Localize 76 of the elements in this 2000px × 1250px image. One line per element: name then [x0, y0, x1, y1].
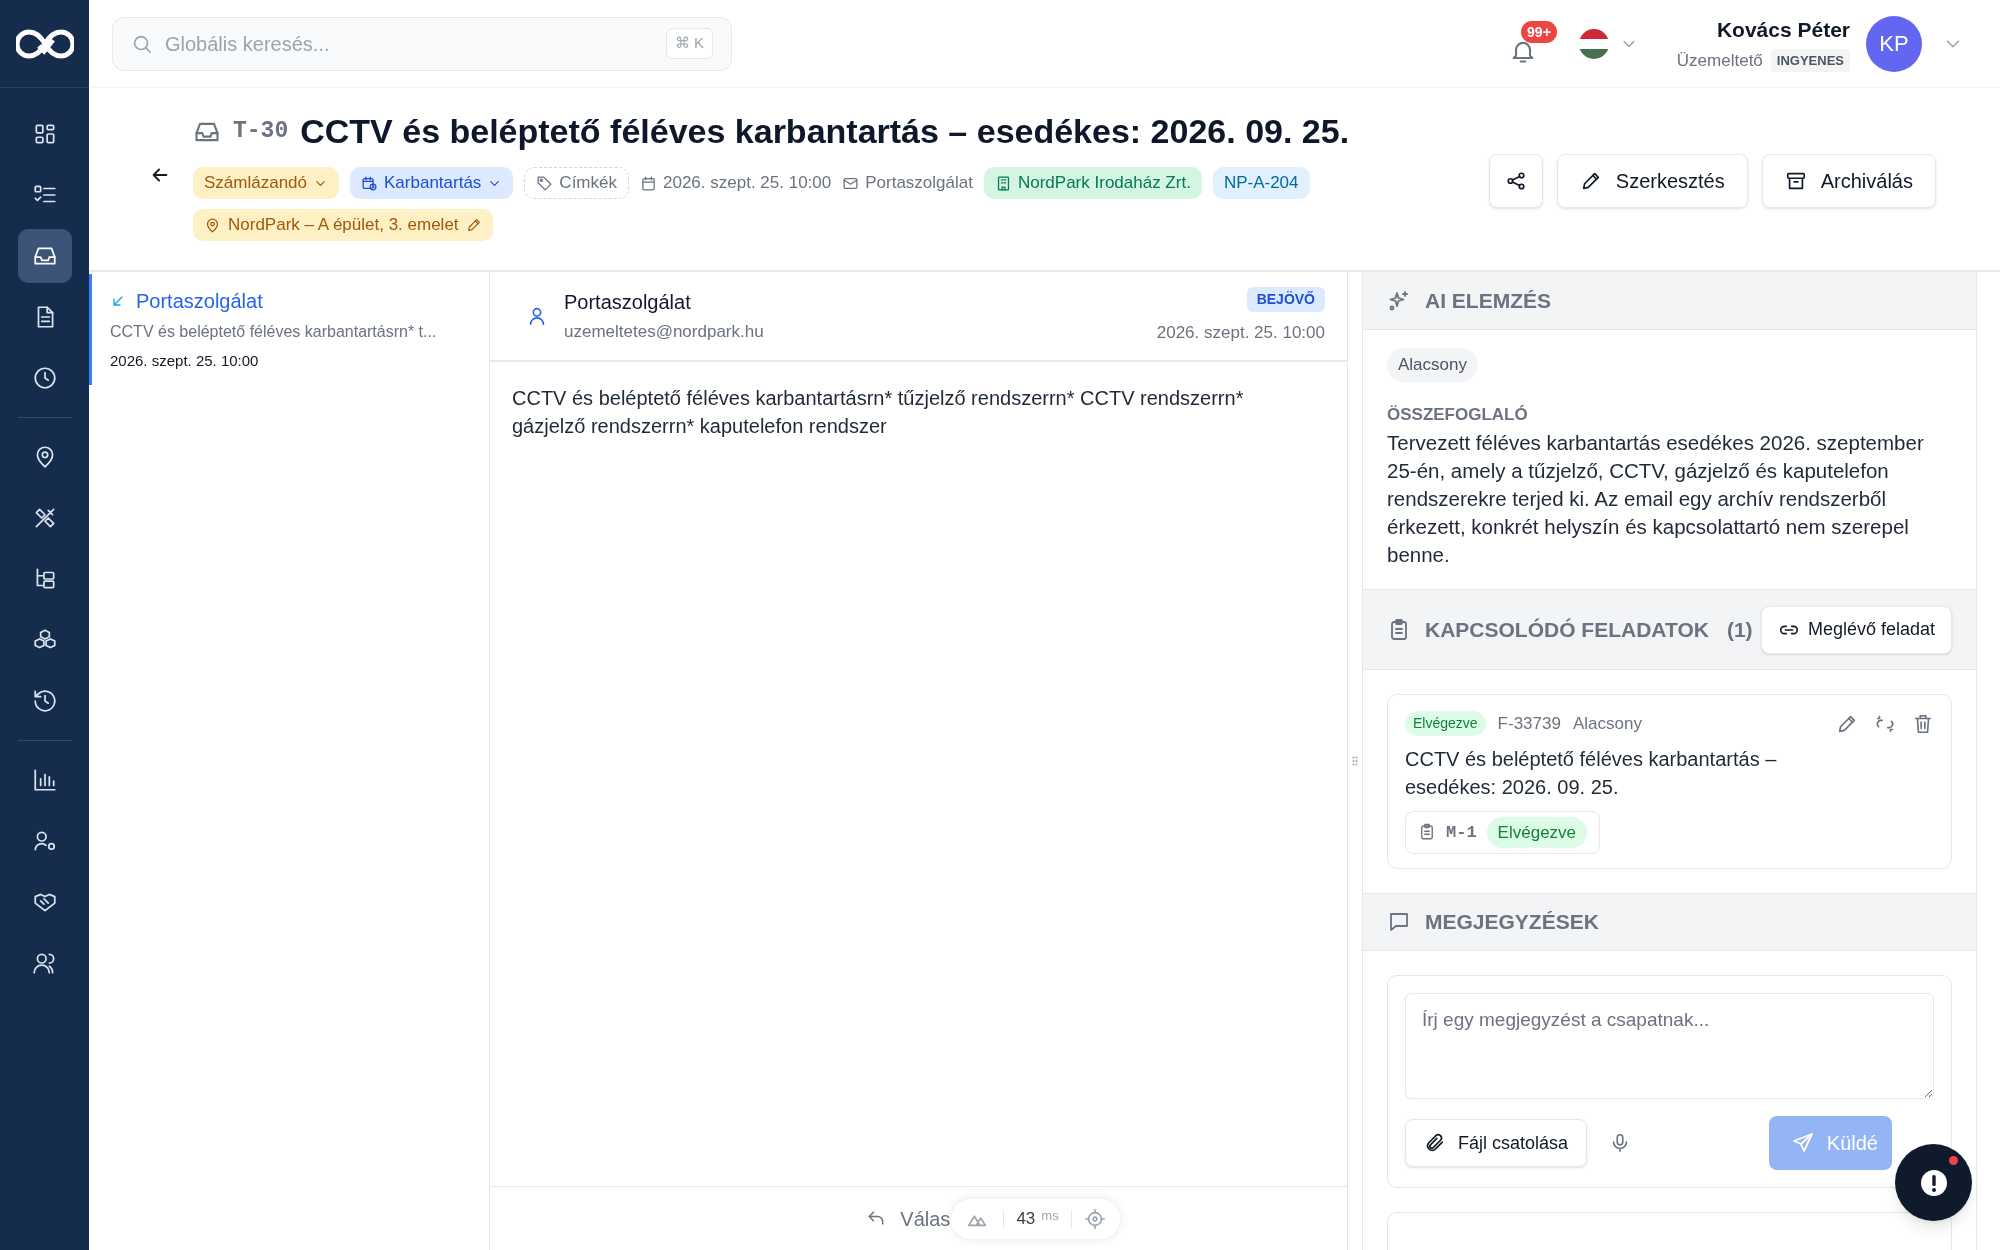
message-time: 2026. szept. 25. 10:00	[110, 351, 260, 371]
category-chip[interactable]: Karbantartás	[350, 167, 514, 199]
sparkles-icon	[1387, 288, 1411, 313]
comment-icon	[1387, 910, 1411, 934]
status-badge: Elvégezve	[1405, 711, 1486, 737]
share-icon	[1504, 170, 1527, 192]
task-priority: Alacsony	[1572, 713, 1642, 735]
sender-name: Portaszolgálat	[564, 290, 692, 316]
notifications-button[interactable]: 99+	[1506, 20, 1557, 67]
render-time: 43	[1016, 1207, 1036, 1230]
shortcut-hint: ⌘ K	[665, 28, 713, 59]
link-task-button[interactable]: Meglévő feladat	[1760, 605, 1952, 654]
calendar-icon	[640, 174, 657, 192]
clock-icon	[31, 365, 58, 391]
subtask-chip[interactable]: M-1 Elvégezve	[1405, 810, 1601, 854]
message-body: CCTV és beléptető féléves karbantartásrn* tűzjelző rendszerrn* CCTV rendszerrn* gázjelző rendszerrn* kaputelefon rendszer	[512, 386, 1245, 439]
priority-chip: Alacsony	[1387, 348, 1478, 382]
flag-icon	[1578, 28, 1609, 59]
direction-badge: BEJÖVŐ	[1246, 286, 1325, 312]
sender-name: Portaszolgálat	[136, 289, 263, 314]
drag-handle-icon[interactable]	[1352, 756, 1358, 766]
archive-icon	[1784, 170, 1807, 192]
target-icon	[1083, 1207, 1106, 1230]
sender-email: uzemeltetes@nordpark.hu	[564, 321, 764, 344]
section-title: MEGJEGYZÉSEK	[1425, 909, 1599, 936]
action-button[interactable]: Szerkesztés	[1556, 154, 1748, 208]
paperclip-icon	[1424, 1132, 1446, 1154]
user-name: Kovács Péter	[1716, 17, 1850, 43]
time-unit: ms	[1041, 1206, 1059, 1225]
task-id: F-33739	[1497, 713, 1561, 735]
task-count: (1)	[1726, 616, 1753, 643]
source-label: Portaszolgálat	[865, 172, 973, 195]
date-label: 2026. szept. 25. 10:00	[663, 172, 832, 195]
plan-badge: INGYENES	[1770, 48, 1850, 72]
message-preview: CCTV és beléptető féléves karbantartásrn* t...	[110, 322, 438, 342]
clipboard-icon	[1418, 823, 1436, 842]
search-input[interactable]: Globális keresés...	[165, 28, 654, 59]
delete-button[interactable]	[1912, 712, 1934, 735]
ticket-id: T-30	[233, 117, 289, 147]
tags-chip[interactable]: Címkék	[524, 167, 629, 199]
task-card[interactable]: Elvégezve F-33739 Alacsony CCTV és beléptető féléves karbantartás – esedékes: 2026. 09. 25. M-1 Elvégezve	[1387, 694, 1952, 869]
bar-chart-icon	[31, 767, 58, 793]
history-icon	[31, 688, 58, 714]
client-chip: NordPark Irodaház Zrt.	[983, 167, 1202, 199]
calendar-clock-icon	[361, 174, 378, 192]
map-pin-icon	[204, 216, 221, 234]
pencil-icon	[465, 217, 482, 233]
message-list-item[interactable]: Portaszolgálat CCTV és beléptető féléves karbantartásrn* t... 2026. szept. 25. 10:00	[89, 274, 489, 385]
feedback-button[interactable]	[1895, 1144, 1972, 1221]
status-badge: Elvégezve	[1486, 816, 1588, 848]
user-role: Üzemeltető	[1676, 49, 1763, 72]
ticket-title: CCTV és beléptető féléves karbantartás – esedékes: 2026. 09. 25.	[300, 111, 1350, 152]
section-title: KAPCSOLÓDÓ FELADATOK	[1425, 616, 1709, 643]
action-button[interactable]: Archiválás	[1761, 154, 1936, 208]
sidebar-item[interactable]	[17, 229, 72, 283]
message-time: 2026. szept. 25. 10:00	[1156, 321, 1325, 344]
share-button[interactable]	[1488, 154, 1543, 208]
notification-badge: 99+	[1521, 20, 1557, 43]
alert-icon	[1919, 1168, 1948, 1197]
section-title: AI ELEMZÉS	[1425, 287, 1551, 314]
task-title: CCTV és beléptető féléves karbantartás – esedékes: 2026. 09. 25.	[1405, 746, 1778, 800]
subtask-id: M-1	[1446, 821, 1477, 844]
code-chip: NP-A-204	[1212, 167, 1310, 199]
devtools-pill[interactable]: 43 ms	[950, 1197, 1121, 1240]
user-avatar[interactable]: KP	[1866, 15, 1922, 72]
search-field[interactable]: Globális keresés... ⌘ K	[112, 16, 732, 71]
reply-button[interactable]: Válas	[866, 1203, 951, 1234]
note-field[interactable]: Írj egy megjegyzést a csapatnak...	[1405, 993, 1934, 1099]
trash-icon	[1912, 712, 1934, 735]
attach-file-button[interactable]: Fájl csatolása	[1405, 1119, 1588, 1167]
tag-icon	[536, 174, 554, 192]
summary-text: Tervezett féléves karbantartás esedékes 2026. szeptember 25-én, amely a tűzjelző, CCTV, gázjelző és kaputelefon rendszerekre terjed ki. Az email egy archív rendszerből érkezett, konkrét helyszín és kapcsolattartó nem szerepel benne.	[1387, 430, 1925, 568]
send-icon	[1790, 1131, 1815, 1155]
location-chip[interactable]: NordPark – A épület, 3. emelet	[193, 209, 493, 241]
status-chip[interactable]: Számlázandó	[193, 167, 339, 199]
summary-label: ÖSSZEFOGLALÓ	[1387, 403, 1529, 426]
